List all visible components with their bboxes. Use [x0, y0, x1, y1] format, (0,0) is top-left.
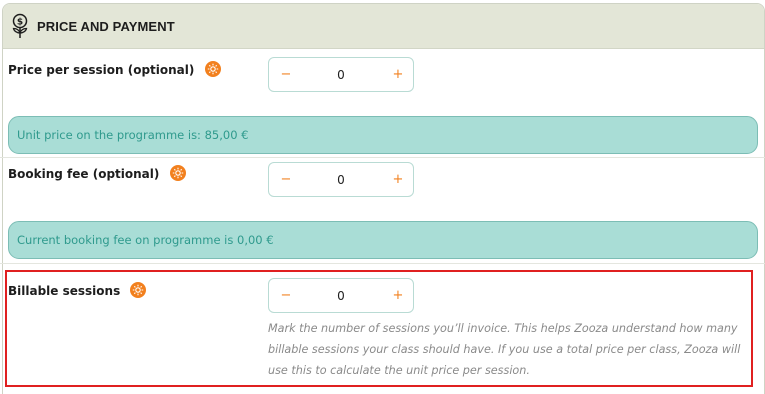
booking-fee-stepper[interactable]: − 0 + [268, 162, 414, 197]
increment-button[interactable]: + [383, 279, 413, 312]
billable-sessions-help-text: Mark the number of sessions you’ll invoi… [268, 322, 741, 377]
billable-sessions-label: Billable sessions [8, 282, 147, 298]
info-icon[interactable] [169, 165, 186, 181]
info-icon[interactable] [204, 61, 221, 77]
booking-fee-label-text: Booking fee (optional) [8, 167, 160, 181]
svg-text:$: $ [17, 18, 23, 28]
price-per-session-stepper[interactable]: − 0 + [268, 57, 414, 92]
unit-price-notice: Unit price on the programme is: 85,00 € [8, 116, 758, 154]
increment-button[interactable]: + [383, 58, 413, 91]
section-title: PRICE AND PAYMENT [37, 19, 175, 34]
booking-fee-notice: Current booking fee on programme is 0,00… [8, 221, 758, 259]
booking-fee-label: Booking fee (optional) [8, 165, 186, 181]
divider [0, 263, 765, 264]
billable-sessions-label-text: Billable sessions [8, 284, 121, 298]
price-per-session-label-text: Price per session (optional) [8, 63, 195, 77]
section-header: $ PRICE AND PAYMENT [3, 4, 764, 49]
decrement-button[interactable]: − [271, 279, 301, 312]
decrement-button[interactable]: − [271, 163, 301, 196]
billable-sessions-stepper[interactable]: − 0 + [268, 278, 414, 313]
coin-plant-icon: $ [9, 13, 31, 39]
price-per-session-value[interactable]: 0 [309, 58, 373, 91]
decrement-button[interactable]: − [271, 58, 301, 91]
price-per-session-label: Price per session (optional) [8, 61, 221, 77]
increment-button[interactable]: + [383, 163, 413, 196]
divider [0, 157, 765, 158]
billable-sessions-value[interactable]: 0 [309, 279, 373, 312]
info-icon[interactable] [130, 282, 147, 298]
booking-fee-value[interactable]: 0 [309, 163, 373, 196]
